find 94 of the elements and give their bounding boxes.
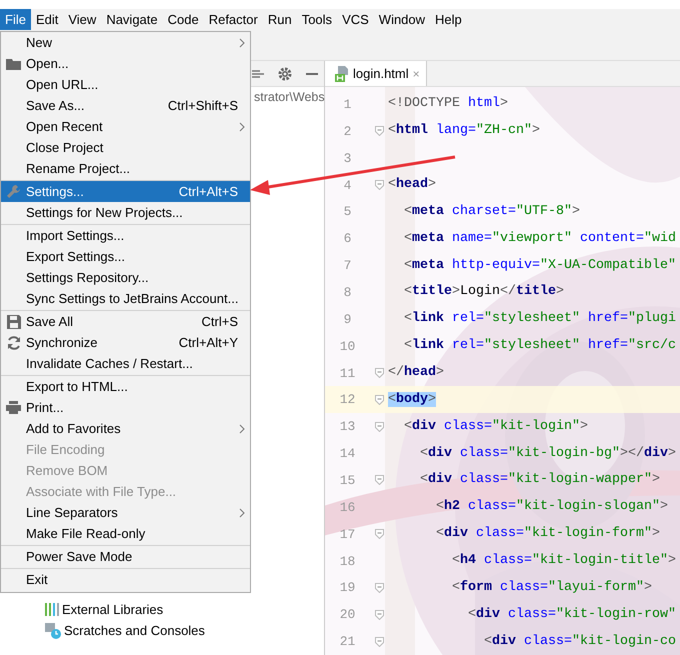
menu-item[interactable]: Rename Project... xyxy=(1,158,250,179)
menu-bar-item[interactable]: Refactor xyxy=(204,9,263,30)
menu-item[interactable]: Save As... Ctrl+Shift+S xyxy=(1,95,250,116)
code-line: <link rel="stylesheet" href="src/c xyxy=(402,337,676,356)
menu-item[interactable]: Close Project xyxy=(1,137,250,158)
line-number: 15 xyxy=(340,472,356,488)
menu-item[interactable]: Settings... Ctrl+Alt+S xyxy=(1,181,250,202)
menu-bar-item[interactable]: Edit xyxy=(30,9,64,30)
line-number: 20 xyxy=(340,607,356,622)
editor-tab[interactable]: login.html × xyxy=(325,61,427,86)
line-number: 10 xyxy=(340,338,356,354)
code-line: <h2 class="kit-login-slogan"> xyxy=(434,498,668,516)
line-number: 7 xyxy=(344,258,352,274)
menu-item[interactable]: Power Save Mode xyxy=(1,546,250,567)
printer-icon xyxy=(6,401,21,414)
fold-marker-icon[interactable] xyxy=(374,422,384,432)
code-line: <div class="kit-login-bg"></div> xyxy=(418,444,676,463)
menu-bar-item[interactable]: Help xyxy=(430,9,467,30)
line-number: 6 xyxy=(344,231,352,246)
menu-bar-item[interactable]: Run xyxy=(262,9,297,30)
menu-item[interactable]: Open URL... xyxy=(1,74,250,95)
libraries-icon xyxy=(45,603,59,616)
fold-marker-icon[interactable] xyxy=(374,394,384,405)
menu-bar-item[interactable]: Window xyxy=(374,9,430,30)
menu-item[interactable]: Sync Settings to JetBrains Account... xyxy=(1,288,250,309)
settings-icon[interactable] xyxy=(278,66,292,80)
save-icon xyxy=(6,314,20,328)
menu-bar-item[interactable]: Tools xyxy=(296,9,338,30)
code-line: </head> xyxy=(388,364,444,382)
menu-item[interactable]: Synchronize Ctrl+Alt+Y xyxy=(1,332,250,353)
tree-item[interactable]: Scratches and Consoles xyxy=(64,623,205,638)
code-line: <meta name="viewport" content="wid xyxy=(402,230,676,248)
menu-item[interactable]: Print... xyxy=(1,397,250,418)
folder-icon xyxy=(6,58,22,70)
code-line: <div class="kit-login-co xyxy=(482,632,676,651)
code-line: <h4 class="kit-login-title"> xyxy=(450,552,676,570)
sync-icon xyxy=(6,336,20,350)
menu-item[interactable]: Invalidate Caches / Restart... xyxy=(1,353,250,374)
code-line: <meta http-equiv="X-UA-Compatible" xyxy=(402,256,676,275)
menu-item[interactable]: Settings Repository... xyxy=(1,267,250,288)
code-line: <div class="kit-login"> xyxy=(402,418,588,436)
tree-item[interactable]: External Libraries xyxy=(62,602,164,617)
menu-bar-item[interactable]: Navigate xyxy=(101,9,163,30)
fold-marker-icon[interactable] xyxy=(374,582,384,593)
wrench-icon xyxy=(6,184,21,199)
menu-item[interactable]: Open Recent xyxy=(1,116,250,137)
code-line: <!DOCTYPE html> xyxy=(388,95,508,114)
html-file-icon xyxy=(335,66,349,82)
line-number: 12 xyxy=(340,392,356,408)
code-line: <link rel="stylesheet" href="plugi xyxy=(402,310,676,328)
minimize-icon[interactable] xyxy=(306,72,318,74)
menu-item[interactable]: Make File Read-only xyxy=(1,523,250,544)
menu-bar-item[interactable]: File xyxy=(0,9,31,30)
menu-item[interactable]: Settings for New Projects... xyxy=(1,202,250,223)
menu-item[interactable]: Line Separators xyxy=(1,502,250,523)
collapse-icon[interactable] xyxy=(252,68,264,80)
menu-bar-item[interactable]: VCS xyxy=(337,9,374,30)
line-number: 3 xyxy=(344,150,352,166)
line-number: 1 xyxy=(344,96,352,112)
line-number: 9 xyxy=(344,312,352,327)
menu-item[interactable]: Add to Favorites xyxy=(1,418,250,439)
menu-item[interactable]: Export to HTML... xyxy=(1,376,250,397)
code-line: <div class="kit-login-form"> xyxy=(434,525,660,544)
line-number: 18 xyxy=(340,554,356,569)
fold-marker-icon[interactable] xyxy=(374,610,384,620)
menu-item[interactable]: Export Settings... xyxy=(1,246,250,267)
code-line: <body> xyxy=(388,390,436,409)
code-line: <html lang="ZH-cn"> xyxy=(388,122,540,140)
code-line: <head> xyxy=(388,176,436,194)
line-number: 11 xyxy=(340,366,356,381)
scratch-file-icon xyxy=(45,622,61,638)
line-number: 8 xyxy=(344,284,352,300)
menu-bar-item[interactable]: View xyxy=(63,9,102,30)
fold-marker-icon[interactable] xyxy=(374,636,384,647)
line-number: 13 xyxy=(340,419,356,434)
line-number: 16 xyxy=(340,500,356,515)
line-number: 19 xyxy=(340,580,356,596)
project-path: strator\Webs xyxy=(253,90,324,104)
line-number: 17 xyxy=(340,526,356,542)
menu-item[interactable]: Open... xyxy=(1,53,250,74)
menu-bar-item[interactable]: Code xyxy=(162,9,204,30)
line-number: 4 xyxy=(344,178,352,192)
line-number: 14 xyxy=(340,446,356,462)
line-number: 2 xyxy=(344,124,352,139)
code-line: <div class="kit-login-wapper"> xyxy=(418,471,660,490)
menu-item[interactable]: Save All Ctrl+S xyxy=(1,311,250,332)
code-line: <title>Login</title> xyxy=(402,283,564,302)
code-line: <div class="kit-login-row" xyxy=(466,606,676,624)
line-number: 21 xyxy=(340,634,356,650)
line-number: 5 xyxy=(344,204,352,220)
code-line: <form class="layui-form"> xyxy=(450,578,652,597)
code-line: <meta charset="UTF-8"> xyxy=(402,202,580,221)
menu-item[interactable]: Exit xyxy=(1,569,250,590)
menu-item[interactable]: Import Settings... xyxy=(1,225,250,246)
